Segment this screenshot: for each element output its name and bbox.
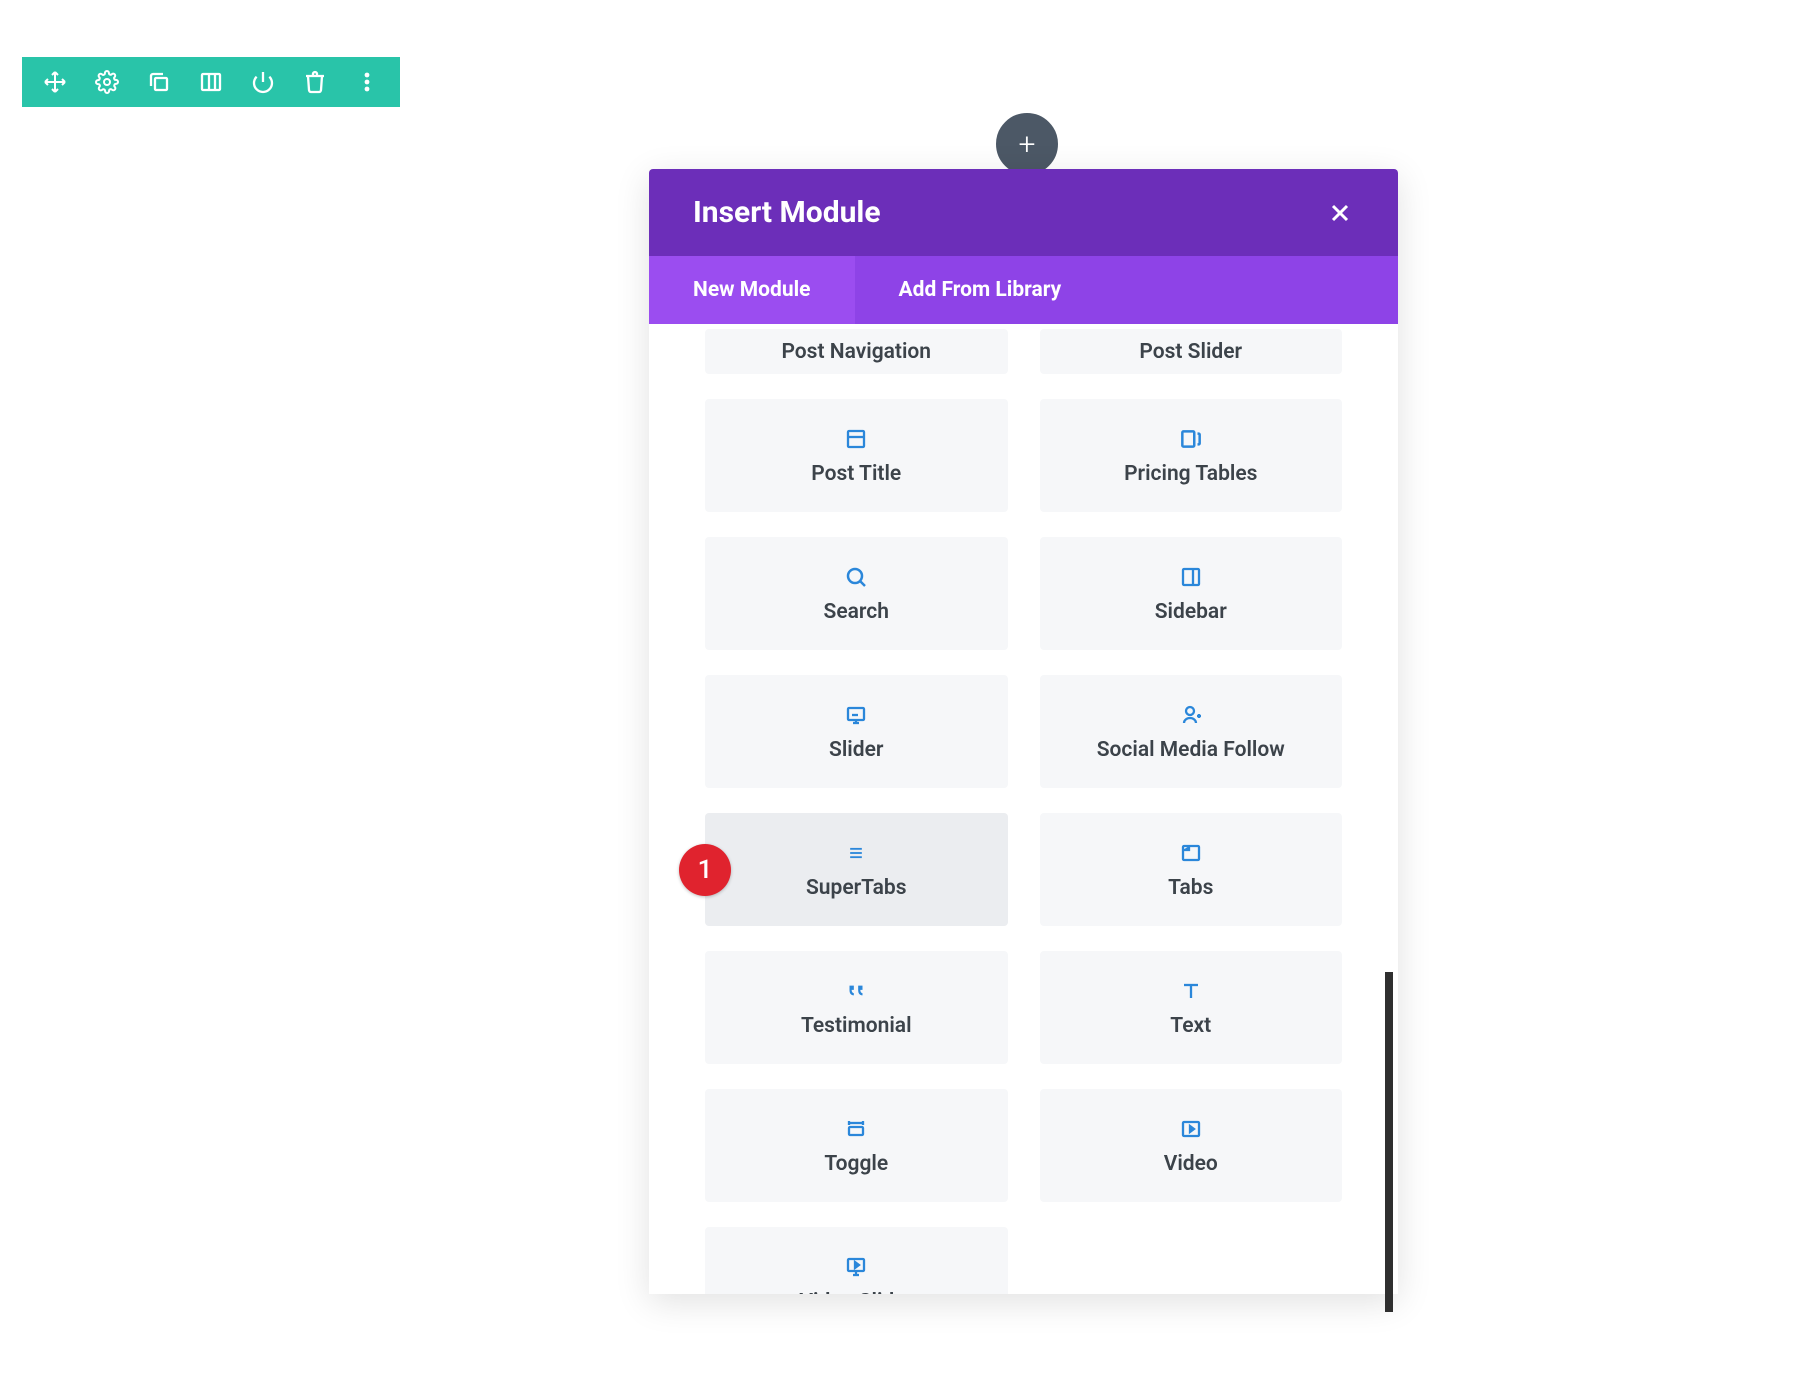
move-icon[interactable] [40,67,70,97]
module-sidebar[interactable]: Sidebar [1040,537,1343,650]
annotation-badge: 1 [679,844,731,896]
module-label: Post Title [811,462,901,486]
toggle-icon [843,1116,869,1142]
close-icon[interactable] [1326,199,1354,227]
module-label: Search [824,600,889,624]
columns-icon[interactable] [196,67,226,97]
module-text[interactable]: Text [1040,951,1343,1064]
module-social-media-follow[interactable]: Social Media Follow [1040,675,1343,788]
module-label: Social Media Follow [1097,738,1285,762]
duplicate-icon[interactable] [144,67,174,97]
module-supertabs[interactable]: SuperTabs1 [705,813,1008,926]
sidebar-icon [1178,564,1204,590]
module-label: Post Slider [1139,340,1242,364]
menu-icon [843,840,869,866]
person-plus-icon [1178,702,1204,728]
tab-icon [1178,840,1204,866]
search-icon [843,564,869,590]
insert-module-modal: Insert Module New Module Add From Librar… [649,169,1398,1294]
scrollbar[interactable] [1385,972,1393,1312]
module-post-navigation[interactable]: Post Navigation [705,329,1008,374]
module-video[interactable]: Video [1040,1089,1343,1202]
module-label: Video [1164,1152,1218,1176]
module-label: Text [1170,1014,1211,1038]
module-label: Slider [829,738,883,762]
tab-new-module[interactable]: New Module [649,256,855,324]
module-pricing-tables[interactable]: Pricing Tables [1040,399,1343,512]
modal-body: Post Navigation Post Slider Post Title Pric… [649,324,1398,1294]
module-search[interactable]: Search [705,537,1008,650]
module-toggle[interactable]: Toggle [705,1089,1008,1202]
section-toolbar [22,57,400,107]
module-post-slider[interactable]: Post Slider [1040,329,1343,374]
module-label: Testimonial [801,1014,912,1038]
text-icon [1178,978,1204,1004]
more-icon[interactable] [352,67,382,97]
module-video-slider[interactable]: Video Slider [705,1227,1008,1294]
modal-tabs: New Module Add From Library [649,256,1398,324]
module-slider[interactable]: Slider [705,675,1008,788]
window-icon [843,426,869,452]
module-post-title[interactable]: Post Title [705,399,1008,512]
quote-icon [843,978,869,1004]
module-tabs[interactable]: Tabs [1040,813,1343,926]
modal-header: Insert Module [649,169,1398,256]
gear-icon[interactable] [92,67,122,97]
module-grid: Post Navigation Post Slider Post Title Pric… [705,329,1342,1294]
play-icon [1178,1116,1204,1142]
trash-icon[interactable] [300,67,330,97]
module-label: Sidebar [1155,600,1227,624]
module-label: Tabs [1168,876,1213,900]
tab-add-from-library[interactable]: Add From Library [855,256,1106,324]
modal-title: Insert Module [693,195,881,230]
module-label: Post Navigation [781,340,931,364]
tables-icon [1178,426,1204,452]
module-label: SuperTabs [806,876,907,900]
module-label: Video Slider [799,1290,913,1295]
video-slider-icon [843,1254,869,1280]
power-icon[interactable] [248,67,278,97]
presentation-icon [843,702,869,728]
module-label: Toggle [824,1152,888,1176]
plus-icon: + [1019,127,1036,162]
module-testimonial[interactable]: Testimonial [705,951,1008,1064]
module-label: Pricing Tables [1124,462,1257,486]
